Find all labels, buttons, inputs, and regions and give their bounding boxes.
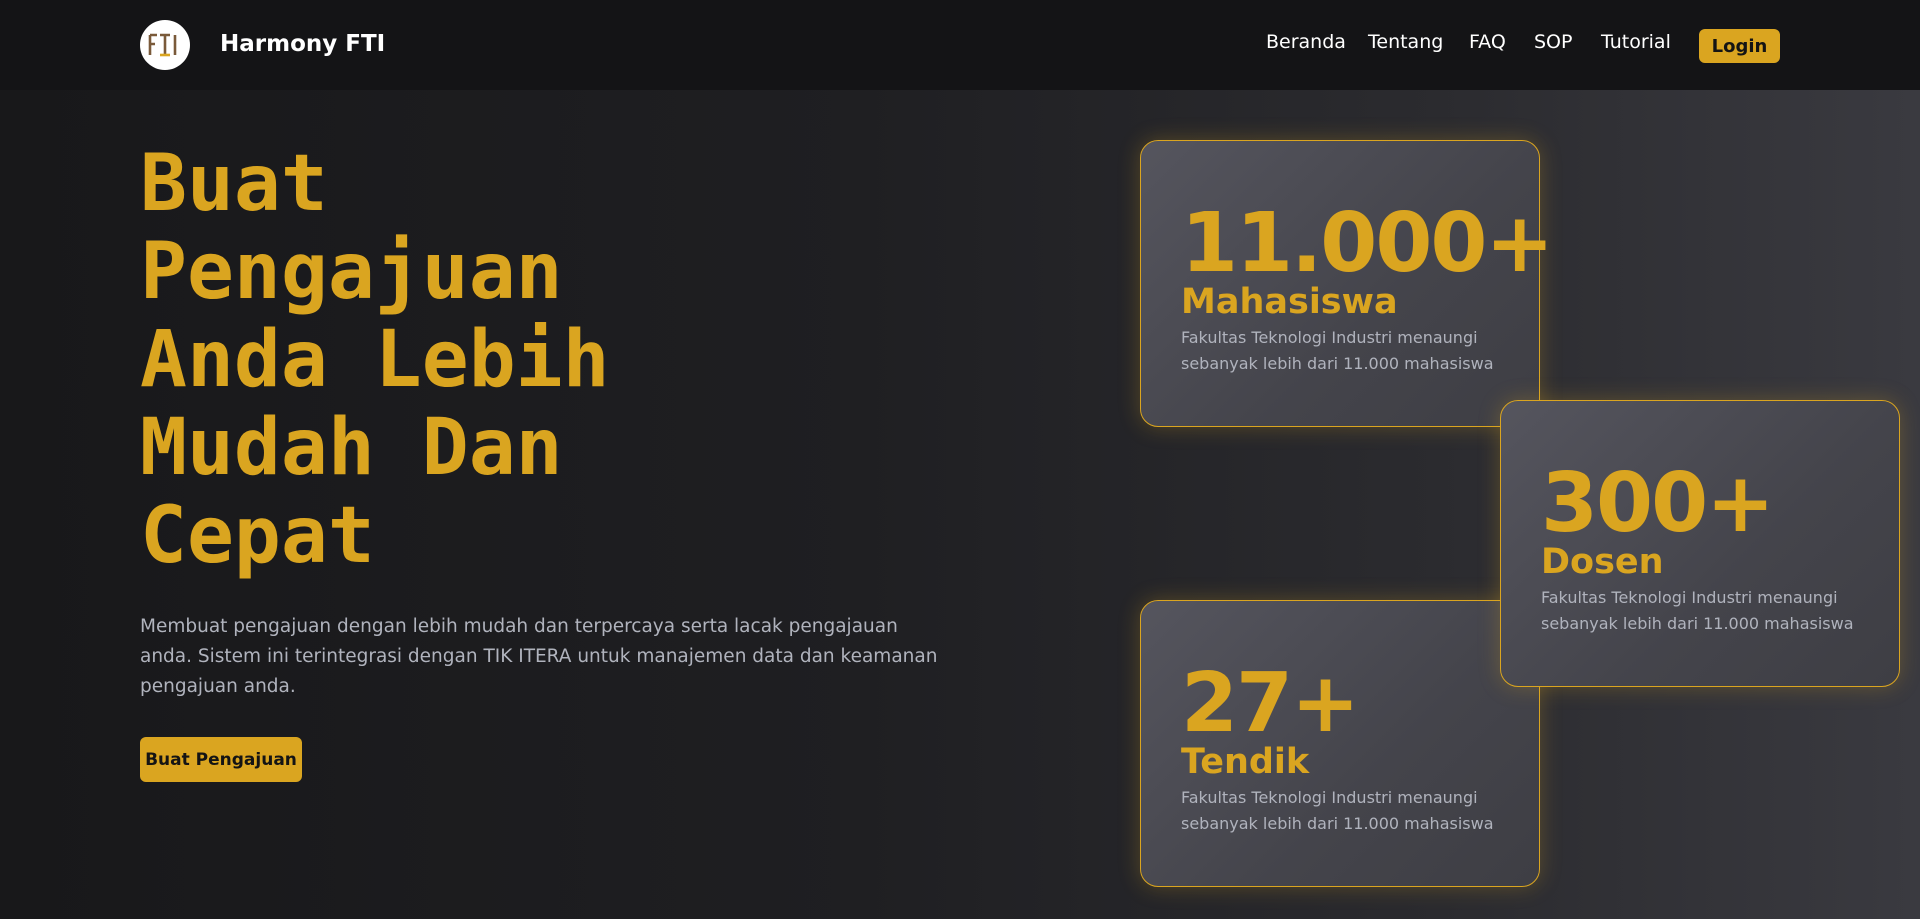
nav-link-tentang[interactable]: Tentang [1368,31,1443,53]
fti-logo-icon [148,33,177,57]
stat-description: Fakultas Teknologi Industri menaungi seb… [1541,588,1854,633]
brand-name[interactable]: Harmony FTI [220,31,385,57]
hero-title-line: Mudah Dan [140,403,563,493]
nav-link-beranda[interactable]: Beranda [1266,31,1346,53]
stat-label: Tendik [1181,742,1310,782]
hero-title: Buat Pengajuan Anda Lebih Mudah Dan Cepa… [140,140,900,580]
brand-logo[interactable] [140,20,190,70]
stat-label: Dosen [1541,542,1664,582]
nav-link-faq[interactable]: FAQ [1469,31,1506,53]
hero-title-line: Cepat [140,491,375,581]
hero-title-line: Pengajuan [140,227,563,317]
stat-card-mahasiswa: 11.000+ Mahasiswa Fakultas Teknologi Ind… [1140,140,1554,427]
hero-title-line: Buat [140,139,328,229]
stat-number: 27+ [1181,656,1360,751]
stat-card-tendik: 27+ Tendik Fakultas Teknologi Industri m… [1140,600,1540,887]
stat-card-dosen: 300+ Dosen Fakultas Teknologi Industri m… [1500,400,1900,687]
nav-link-sop[interactable]: SOP [1534,31,1572,53]
navbar: Harmony FTI Beranda Tentang FAQ SOP Tuto… [0,0,1920,90]
stat-description: Fakultas Teknologi Industri menaungi seb… [1181,788,1494,833]
nav-link-tutorial[interactable]: Tutorial [1601,31,1671,53]
hero-description: Membuat pengajuan dengan lebih mudah dan… [140,616,938,697]
stat-label: Mahasiswa [1181,282,1398,322]
stat-description: Fakultas Teknologi Industri menaungi seb… [1181,328,1494,373]
hero-title-line: Anda Lebih [140,315,610,405]
buat-pengajuan-button[interactable]: Buat Pengajuan [140,737,302,782]
stat-number: 300+ [1541,456,1775,551]
login-button[interactable]: Login [1699,29,1780,63]
stat-number: 11.000+ [1181,196,1554,291]
